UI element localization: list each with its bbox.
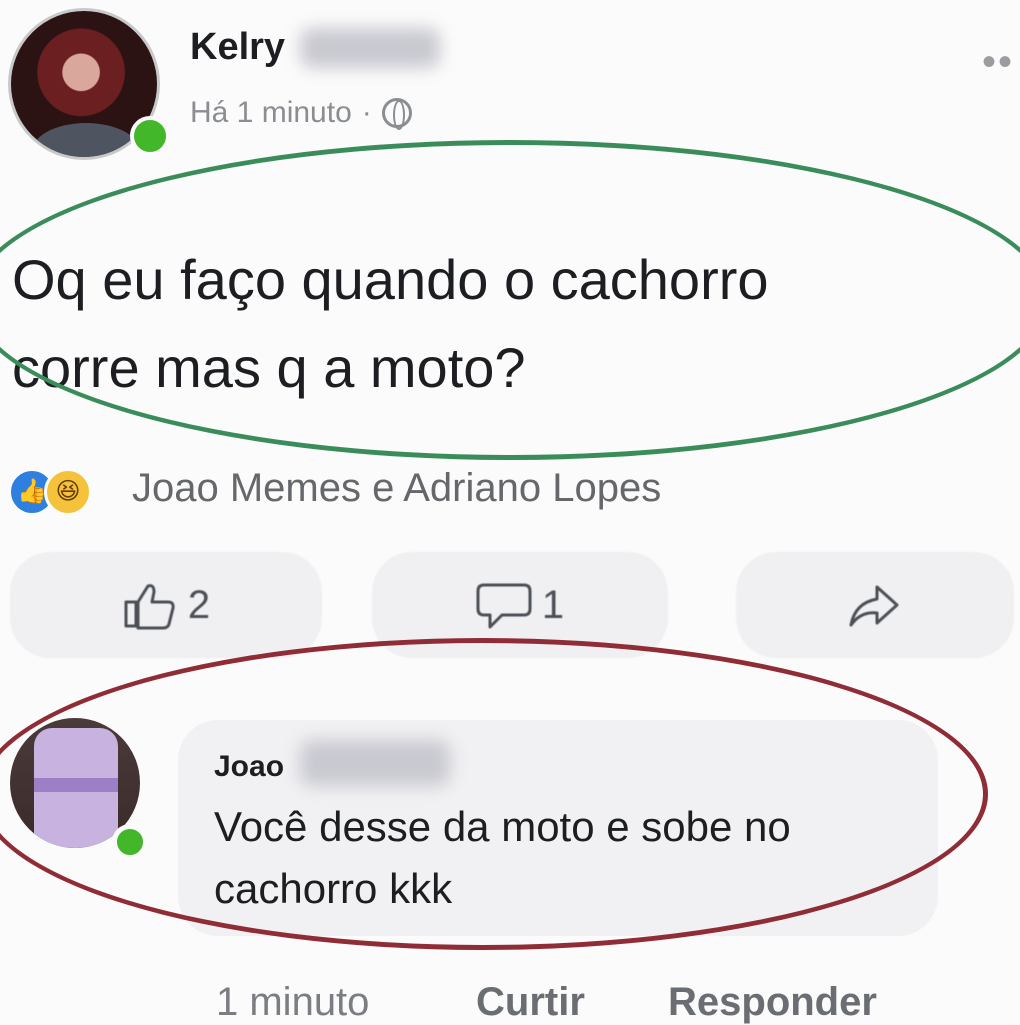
meta-separator: · — [361, 96, 372, 129]
speech-bubble-icon — [476, 583, 532, 629]
post-highlight-ellipse — [0, 140, 1020, 460]
name-redaction-blur — [300, 28, 440, 68]
comment-highlight-ellipse — [0, 638, 988, 950]
author-name[interactable]: Kelry — [190, 26, 285, 69]
more-options-icon[interactable]: •• — [982, 40, 1014, 85]
comment-time[interactable]: 1 minuto — [216, 980, 369, 1025]
like-count: 2 — [187, 582, 211, 627]
share-arrow-icon — [849, 585, 899, 627]
share-button[interactable] — [736, 552, 1014, 658]
online-status-dot — [130, 116, 170, 156]
globe-icon — [381, 98, 412, 130]
comment-like-link[interactable]: Curtir — [476, 980, 585, 1025]
reactors-list[interactable]: Joao Memes e Adriano Lopes — [132, 466, 661, 511]
like-button[interactable]: 2 — [10, 552, 322, 658]
post-timestamp[interactable]: Há 1 minuto — [190, 96, 352, 130]
comment-count: 1 — [541, 582, 565, 627]
thumbs-up-icon — [124, 584, 175, 630]
post-meta: Há 1 minuto · — [190, 96, 412, 130]
haha-reaction-icon: 😆 — [44, 468, 92, 516]
comment-reply-link[interactable]: Responder — [668, 980, 877, 1025]
